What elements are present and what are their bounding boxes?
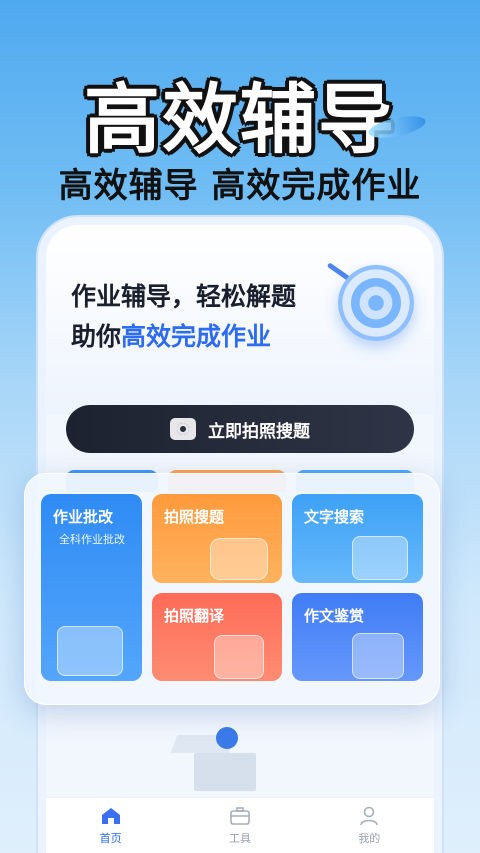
hero-title: 高效辅导	[84, 75, 396, 164]
feature-label: 作文鉴赏	[304, 607, 365, 625]
feature-label: 拍照搜题	[164, 508, 225, 526]
toolbox-icon	[230, 806, 250, 825]
feature-label: 作业批改	[53, 508, 114, 526]
photo-search-label: 立即拍照搜题	[208, 421, 310, 442]
feature-homework-correction[interactable]: 作业批改 全科作业批改	[41, 494, 142, 681]
feature-photo-translate[interactable]: 拍照翻译	[152, 593, 282, 681]
tab-label: 首页	[99, 831, 122, 845]
feature-label: 文字搜索	[304, 508, 365, 526]
tab-tools[interactable]: 工具	[200, 806, 280, 846]
text-scan-icon	[352, 536, 408, 580]
feature-card: 作业批改 全科作业批改 拍照搜题 文字搜索 拍照翻译 作文鉴赏	[24, 473, 440, 705]
app-slogan-line1: 作业辅导，轻松解题	[71, 282, 297, 311]
slogan-prefix: 助你	[71, 322, 122, 351]
tab-label: 工具	[228, 831, 251, 845]
feature-photo-search[interactable]: 拍照搜题	[152, 494, 282, 583]
feature-essay-appreciation[interactable]: 作文鉴赏	[292, 593, 423, 681]
translate-icon	[214, 635, 264, 679]
camera-icon	[170, 418, 196, 440]
hero-subtitle: 高效辅导 高效完成作业	[58, 166, 422, 206]
camera-icon	[210, 538, 268, 580]
profile-icon	[360, 806, 379, 825]
tab-label: 我的	[358, 831, 381, 845]
tab-home[interactable]: 首页	[71, 806, 151, 846]
book-icon	[57, 626, 123, 676]
feature-label: 拍照翻译	[164, 607, 225, 625]
target-icon	[338, 265, 414, 341]
tab-profile[interactable]: 我的	[329, 806, 409, 846]
feature-sublabel: 全科作业批改	[59, 533, 125, 546]
photo-search-button[interactable]: 立即拍照搜题	[66, 405, 414, 453]
slogan-highlight: 高效完成作业	[121, 322, 272, 351]
feature-text-search[interactable]: 文字搜索	[292, 494, 423, 583]
home-icon	[101, 807, 120, 824]
book-icon	[352, 633, 404, 679]
app-slogan-line2: 助你高效完成作业	[71, 317, 271, 353]
bottom-tab-bar: 首页 工具 我的	[46, 797, 434, 853]
empty-box-illustration	[170, 727, 260, 791]
